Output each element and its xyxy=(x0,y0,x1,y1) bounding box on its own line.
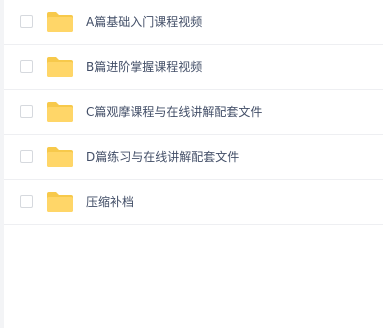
file-row[interactable]: B篇进阶掌握课程视频 xyxy=(4,45,383,90)
file-row[interactable]: A篇基础入门课程视频 xyxy=(4,0,383,45)
row-checkbox[interactable] xyxy=(20,150,33,163)
row-checkbox[interactable] xyxy=(20,105,33,118)
file-name[interactable]: A篇基础入门课程视频 xyxy=(86,14,202,30)
file-name[interactable]: C篇观摩课程与在线讲解配套文件 xyxy=(86,104,262,120)
folder-icon xyxy=(46,191,74,213)
file-name[interactable]: 压缩补档 xyxy=(86,194,134,210)
row-checkbox[interactable] xyxy=(20,195,33,208)
file-list: A篇基础入门课程视频 B篇进阶掌握课程视频 C篇观摩课程与在线讲解配套文件 D篇… xyxy=(4,0,383,225)
row-checkbox[interactable] xyxy=(20,60,33,73)
file-row[interactable]: 压缩补档 xyxy=(4,180,383,225)
file-name[interactable]: D篇练习与在线讲解配套文件 xyxy=(86,149,239,165)
folder-icon xyxy=(46,146,74,168)
row-checkbox[interactable] xyxy=(20,15,33,28)
file-row[interactable]: C篇观摩课程与在线讲解配套文件 xyxy=(4,90,383,135)
file-browser: A篇基础入门课程视频 B篇进阶掌握课程视频 C篇观摩课程与在线讲解配套文件 D篇… xyxy=(0,0,383,328)
file-name[interactable]: B篇进阶掌握课程视频 xyxy=(86,59,202,75)
file-row[interactable]: D篇练习与在线讲解配套文件 xyxy=(4,135,383,180)
folder-icon xyxy=(46,101,74,123)
folder-icon xyxy=(46,56,74,78)
folder-icon xyxy=(46,11,74,33)
